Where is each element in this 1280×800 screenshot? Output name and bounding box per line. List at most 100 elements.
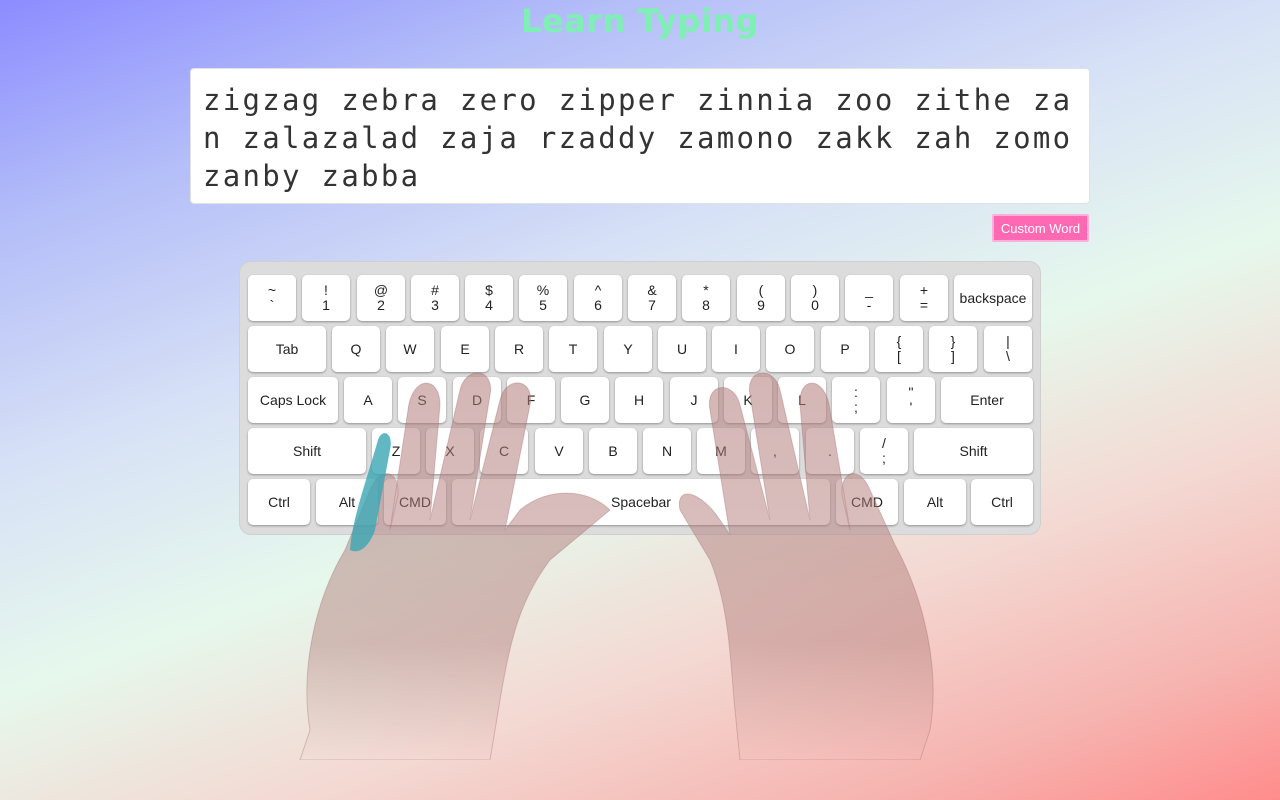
key-row1-11[interactable]: _ - (845, 275, 893, 321)
key-shift-symbol: / (882, 435, 886, 451)
key-base-symbol: ] (951, 348, 955, 364)
key-base-symbol: 0 (811, 297, 819, 313)
key-row2-12[interactable]: }] (929, 326, 977, 372)
key-label: J (690, 391, 698, 408)
key-label: L (798, 391, 806, 408)
key-l[interactable]: L (778, 377, 826, 423)
key-shift-symbol: $ (485, 282, 493, 298)
key-base-symbol: ; (854, 399, 858, 415)
key-label: Z (391, 442, 401, 459)
key-u[interactable]: U (658, 326, 706, 372)
key-q[interactable]: Q (332, 326, 380, 372)
key-row1-10[interactable]: ) 0 (791, 275, 839, 321)
key-h[interactable]: H (615, 377, 663, 423)
key-y[interactable]: Y (604, 326, 652, 372)
key-label: Y (623, 340, 633, 357)
key-shift-symbol: * (703, 282, 709, 298)
key-label: K (743, 391, 753, 408)
key-i[interactable]: I (712, 326, 760, 372)
key-spacebar[interactable]: Spacebar (452, 479, 830, 525)
key-row1-8[interactable]: * 8 (682, 275, 730, 321)
key-label: CMD (399, 493, 431, 510)
key-row1-6[interactable]: ^ 6 (574, 275, 622, 321)
key-label: B (608, 442, 618, 459)
key-shift-symbol: } (950, 333, 956, 349)
key-label: W (403, 340, 417, 357)
key-tab[interactable]: Tab (248, 326, 326, 372)
key-c[interactable]: C (480, 428, 528, 474)
key-shift-symbol: % (536, 282, 550, 298)
key-ctrl[interactable]: Ctrl (971, 479, 1033, 525)
key-row1-0[interactable]: ~ ` (248, 275, 296, 321)
key-cmd[interactable]: CMD (836, 479, 898, 525)
key-v[interactable]: V (535, 428, 583, 474)
key-row1-9[interactable]: (9 (737, 275, 785, 321)
key-label: I (734, 340, 738, 357)
key-row1-3[interactable]: #3 (411, 275, 459, 321)
key-s[interactable]: S (398, 377, 446, 423)
key-row4-10[interactable]: /; (860, 428, 908, 474)
key-t[interactable]: T (549, 326, 597, 372)
key-row1-5[interactable]: % 5 (519, 275, 567, 321)
key-g[interactable]: G (561, 377, 609, 423)
key-label: . (828, 442, 832, 459)
key-row1-4[interactable]: $4 (465, 275, 513, 321)
key-shift-symbol: | (1006, 333, 1010, 349)
key-shift-symbol: & (647, 282, 657, 298)
key-z[interactable]: Z (372, 428, 420, 474)
key-shift-symbol: @ (373, 282, 389, 298)
key-base-symbol: 1 (322, 297, 330, 313)
key-label: R (513, 340, 525, 357)
key-label: S (417, 391, 427, 408)
key-row2-11[interactable]: {[ (875, 326, 923, 372)
key-caps-lock[interactable]: Caps Lock (248, 377, 338, 423)
key-shift-symbol: ~ (267, 282, 277, 298)
key-label: P (840, 340, 850, 357)
key-backspace[interactable]: backspace (954, 275, 1032, 321)
key-shift[interactable]: Shift (248, 428, 366, 474)
key-period[interactable]: . (806, 428, 854, 474)
key-row3-11[interactable]: " ' (887, 377, 935, 423)
custom-word-button[interactable]: Custom Word (992, 214, 1089, 242)
key-base-symbol: ' (909, 399, 913, 415)
key-base-symbol: ; (882, 450, 886, 466)
practice-text[interactable]: zigzag zebra zero zipper zinnia zoo zith… (190, 68, 1090, 204)
key-label: X (445, 442, 455, 459)
key-n[interactable]: N (643, 428, 691, 474)
key-enter[interactable]: Enter (941, 377, 1033, 423)
key-base-symbol: - (866, 297, 872, 313)
key-row1-1[interactable]: ! 1 (302, 275, 350, 321)
key-label: A (363, 391, 373, 408)
key-d[interactable]: D (453, 377, 501, 423)
key-label: V (554, 442, 564, 459)
key-row1-7[interactable]: & 7 (628, 275, 676, 321)
key-b[interactable]: B (589, 428, 637, 474)
key-m[interactable]: M (697, 428, 745, 474)
key-row2-13[interactable]: | \ (984, 326, 1032, 372)
key-alt[interactable]: Alt (904, 479, 966, 525)
key-row3-10[interactable]: :; (832, 377, 880, 423)
key-e[interactable]: E (441, 326, 489, 372)
key-row1-12[interactable]: + = (900, 275, 948, 321)
key-label: G (579, 391, 591, 408)
key-label: Alt (338, 493, 356, 510)
key-cmd[interactable]: CMD (384, 479, 446, 525)
key-base-symbol: 9 (757, 297, 765, 313)
key-row1-2[interactable]: @2 (357, 275, 405, 321)
key-ctrl[interactable]: Ctrl (248, 479, 310, 525)
key-w[interactable]: W (386, 326, 434, 372)
key-p[interactable]: P (821, 326, 869, 372)
key-f[interactable]: F (507, 377, 555, 423)
page-title: Learn Typing (521, 2, 759, 40)
key-shift[interactable]: Shift (914, 428, 1033, 474)
key-r[interactable]: R (495, 326, 543, 372)
key-j[interactable]: J (670, 377, 718, 423)
key-k[interactable]: K (724, 377, 772, 423)
key-base-symbol: [ (897, 348, 901, 364)
key-comma[interactable]: , (751, 428, 799, 474)
key-label: CMD (851, 493, 883, 510)
key-x[interactable]: X (426, 428, 474, 474)
key-o[interactable]: O (766, 326, 814, 372)
key-alt[interactable]: Alt (316, 479, 378, 525)
key-a[interactable]: A (344, 377, 392, 423)
